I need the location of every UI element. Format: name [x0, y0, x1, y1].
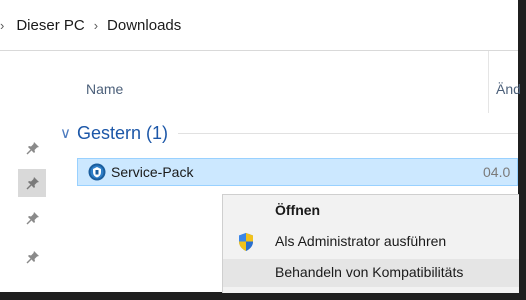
file-row-service-pack[interactable]: Service-Pack 04.0: [77, 158, 518, 186]
menu-item-troubleshoot-compatibility[interactable]: Behandeln von Kompatibilitäts: [223, 259, 519, 287]
pin-icon[interactable]: [26, 176, 40, 190]
file-name: Service-Pack: [111, 164, 194, 180]
group-label: Gestern (1): [76, 122, 169, 143]
context-menu: Öffnen Als Administrator ausführen Behan…: [222, 194, 519, 293]
column-header-name[interactable]: Name: [86, 81, 123, 97]
pin-icon[interactable]: [26, 250, 40, 264]
column-divider[interactable]: [488, 51, 489, 113]
breadcrumb-chevron-icon[interactable]: ›: [94, 18, 98, 33]
window-frame-bottom: [0, 292, 526, 300]
breadcrumb-item-dieser-pc[interactable]: Dieser PC: [16, 17, 84, 34]
breadcrumb-item-downloads[interactable]: Downloads: [107, 17, 181, 34]
pin-icon[interactable]: [26, 211, 40, 225]
chevron-down-icon[interactable]: ∨: [60, 124, 71, 142]
file-date: 04.0: [483, 164, 511, 180]
menu-item-run-as-admin[interactable]: Als Administrator ausführen: [223, 228, 519, 256]
group-header[interactable]: ∨ Gestern (1): [60, 118, 518, 148]
menu-item-label: Als Administrator ausführen: [275, 233, 447, 249]
installer-app-icon: [88, 163, 106, 181]
window-frame-right: [518, 0, 526, 300]
pin-icon[interactable]: [26, 141, 40, 155]
menu-item-label: Öffnen: [275, 202, 321, 218]
column-header-date[interactable]: Änd: [496, 81, 521, 97]
breadcrumb-chevron-icon[interactable]: ›: [0, 18, 4, 33]
menu-item-label: Behandeln von Kompatibilitäts: [275, 264, 464, 280]
group-divider: [178, 132, 518, 134]
uac-shield-icon: [239, 233, 253, 251]
navigation-pane: [0, 51, 46, 292]
column-header: Name Änd: [46, 51, 521, 113]
address-bar[interactable]: › Dieser PC › Downloads: [0, 0, 518, 51]
menu-item-open[interactable]: Öffnen: [223, 197, 519, 225]
